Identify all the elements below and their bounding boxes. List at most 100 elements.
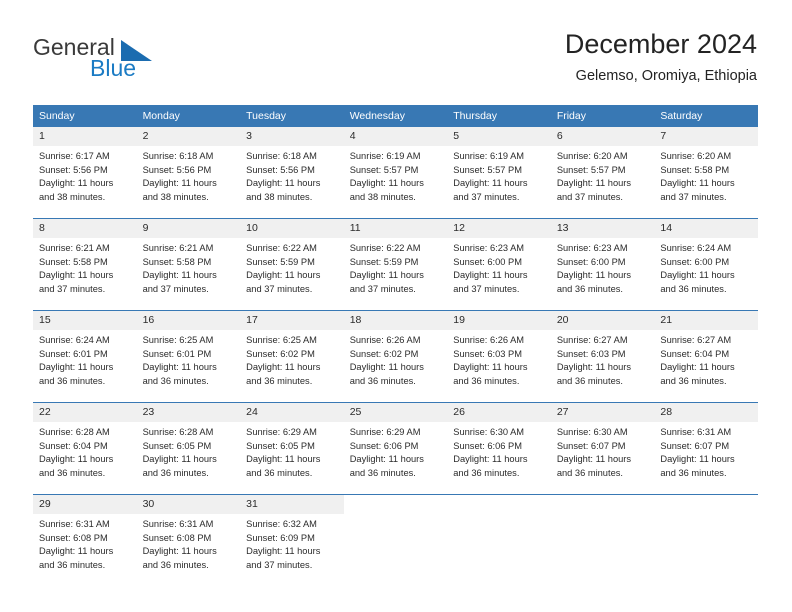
sunset-text: Sunset: 5:58 PM bbox=[39, 256, 108, 267]
daylight-text-line1: Daylight: 11 hours bbox=[246, 454, 321, 464]
calendar-day-cell[interactable]: 18 Sunrise: 6:26 AM Sunset: 6:02 PM Dayligh… bbox=[343, 310, 448, 396]
sunset-text: Sunset: 5:56 PM bbox=[142, 164, 212, 175]
daylight-text-line2: and 38 minutes. bbox=[142, 191, 209, 202]
calendar-day-cell[interactable]: 31 Sunrise: 6:32 AM Sunset: 6:09 PM Dayligh… bbox=[240, 494, 344, 580]
calendar-day-cell[interactable]: 22 Sunrise: 6:28 AM Sunset: 6:04 PM Dayligh… bbox=[33, 402, 137, 488]
calendar-week-row: 15 Sunrise: 6:24 AM Sunset: 6:01 PM Dayligh… bbox=[33, 310, 758, 396]
calendar-day-cell[interactable]: 21 Sunrise: 6:27 AM Sunset: 6:04 PM Dayligh… bbox=[654, 310, 758, 396]
day-details bbox=[344, 514, 448, 526]
location-subtitle: Gelemso, Oromiya, Ethiopia bbox=[575, 68, 757, 84]
sunrise-text: Sunrise: 6:27 AM bbox=[660, 335, 732, 345]
day-details: Sunrise: 6:18 AM Sunset: 5:56 PM Daylight:… bbox=[137, 146, 241, 212]
daylight-text-line1: Daylight: 11 hours bbox=[142, 362, 217, 372]
daylight-text-line2: and 37 minutes. bbox=[453, 283, 520, 294]
daylight-text-line2: and 36 minutes. bbox=[556, 375, 623, 386]
sunset-text: Sunset: 6:08 PM bbox=[142, 532, 212, 543]
day-cell-content: 31 Sunrise: 6:32 AM Sunset: 6:09 PM Dayligh… bbox=[240, 495, 344, 580]
calendar-day-cell[interactable]: 10 Sunrise: 6:22 AM Sunset: 5:59 PM Dayligh… bbox=[240, 218, 344, 304]
daylight-text-line2: and 36 minutes. bbox=[349, 467, 416, 478]
day-cell-content bbox=[550, 495, 655, 577]
weekday-header-monday: Monday bbox=[136, 105, 241, 127]
day-number: 12 bbox=[447, 219, 551, 238]
day-cell-content: 22 Sunrise: 6:28 AM Sunset: 6:04 PM Dayligh… bbox=[33, 403, 137, 488]
calendar-day-cell[interactable]: 13 Sunrise: 6:23 AM Sunset: 6:00 PM Dayligh… bbox=[550, 218, 655, 304]
day-cell-content: 5 Sunrise: 6:19 AM Sunset: 5:57 PM Daylight… bbox=[447, 127, 551, 212]
calendar-week-row: 22 Sunrise: 6:28 AM Sunset: 6:04 PM Dayligh… bbox=[33, 402, 758, 488]
day-details: Sunrise: 6:23 AM Sunset: 6:00 PM Daylight:… bbox=[551, 238, 655, 304]
day-number: 24 bbox=[240, 403, 344, 422]
daylight-text-line1: Daylight: 11 hours bbox=[39, 546, 114, 556]
calendar-day-cell[interactable]: 30 Sunrise: 6:31 AM Sunset: 6:08 PM Dayligh… bbox=[136, 494, 241, 580]
calendar-day-cell[interactable]: 8 Sunrise: 6:21 AM Sunset: 5:58 PM Daylight… bbox=[33, 218, 137, 304]
sunset-text: Sunset: 6:00 PM bbox=[556, 256, 626, 267]
day-cell-content: 10 Sunrise: 6:22 AM Sunset: 5:59 PM Dayligh… bbox=[240, 219, 344, 304]
calendar-day-cell[interactable]: 23 Sunrise: 6:28 AM Sunset: 6:05 PM Dayligh… bbox=[136, 402, 241, 488]
calendar-day-cell[interactable]: 25 Sunrise: 6:29 AM Sunset: 6:06 PM Dayligh… bbox=[343, 402, 448, 488]
calendar-day-cell[interactable]: 2 Sunrise: 6:18 AM Sunset: 5:56 PM Daylight… bbox=[136, 127, 241, 212]
day-details: Sunrise: 6:20 AM Sunset: 5:57 PM Daylight:… bbox=[551, 146, 655, 212]
day-cell-content: 7 Sunrise: 6:20 AM Sunset: 5:58 PM Daylight… bbox=[654, 127, 758, 212]
day-cell-content: 15 Sunrise: 6:24 AM Sunset: 6:01 PM Dayligh… bbox=[33, 311, 137, 396]
calendar-day-cell[interactable]: 7 Sunrise: 6:20 AM Sunset: 5:58 PM Daylight… bbox=[654, 127, 758, 212]
day-number: 1 bbox=[33, 127, 137, 146]
sunset-text: Sunset: 5:56 PM bbox=[39, 164, 108, 175]
calendar-day-cell[interactable]: 3 Sunrise: 6:18 AM Sunset: 5:56 PM Daylight… bbox=[240, 127, 344, 212]
calendar-day-cell bbox=[343, 494, 448, 580]
sunset-text: Sunset: 6:04 PM bbox=[660, 348, 730, 359]
sunrise-text: Sunrise: 6:31 AM bbox=[142, 519, 214, 529]
day-details: Sunrise: 6:19 AM Sunset: 5:57 PM Daylight:… bbox=[447, 146, 551, 212]
day-details: Sunrise: 6:22 AM Sunset: 5:59 PM Daylight:… bbox=[240, 238, 344, 304]
daylight-text-line2: and 37 minutes. bbox=[660, 191, 727, 202]
calendar-day-cell[interactable]: 9 Sunrise: 6:21 AM Sunset: 5:58 PM Daylight… bbox=[136, 218, 241, 304]
generalblue-logo[interactable]: General Blue bbox=[33, 34, 253, 86]
weekday-header-tuesday: Tuesday bbox=[240, 105, 344, 127]
day-number: 11 bbox=[343, 219, 448, 238]
sunrise-text: Sunrise: 6:18 AM bbox=[246, 151, 317, 161]
sunrise-text: Sunrise: 6:22 AM bbox=[349, 243, 421, 253]
calendar-day-cell[interactable]: 27 Sunrise: 6:30 AM Sunset: 6:07 PM Dayligh… bbox=[550, 402, 655, 488]
day-number: 17 bbox=[240, 311, 344, 330]
day-details: Sunrise: 6:28 AM Sunset: 6:05 PM Daylight:… bbox=[137, 422, 241, 488]
calendar-day-cell[interactable]: 24 Sunrise: 6:29 AM Sunset: 6:05 PM Dayligh… bbox=[240, 402, 344, 488]
daylight-text-line1: Daylight: 11 hours bbox=[556, 454, 632, 464]
calendar-day-cell[interactable]: 20 Sunrise: 6:27 AM Sunset: 6:03 PM Dayligh… bbox=[550, 310, 655, 396]
sunrise-text: Sunrise: 6:29 AM bbox=[246, 427, 317, 437]
day-cell-content: 17 Sunrise: 6:25 AM Sunset: 6:02 PM Dayligh… bbox=[240, 311, 344, 396]
sunset-text: Sunset: 6:08 PM bbox=[39, 532, 108, 543]
day-details: Sunrise: 6:20 AM Sunset: 5:58 PM Daylight:… bbox=[654, 146, 758, 212]
sunset-text: Sunset: 5:59 PM bbox=[349, 256, 419, 267]
calendar-day-cell[interactable]: 19 Sunrise: 6:26 AM Sunset: 6:03 PM Dayligh… bbox=[447, 310, 551, 396]
day-number: 30 bbox=[136, 495, 241, 514]
calendar-day-cell[interactable]: 16 Sunrise: 6:25 AM Sunset: 6:01 PM Dayligh… bbox=[136, 310, 241, 396]
calendar-day-cell[interactable]: 15 Sunrise: 6:24 AM Sunset: 6:01 PM Dayligh… bbox=[33, 310, 137, 396]
day-number: 21 bbox=[654, 311, 758, 330]
calendar-day-cell[interactable]: 11 Sunrise: 6:22 AM Sunset: 5:59 PM Dayligh… bbox=[343, 218, 448, 304]
calendar-day-cell[interactable]: 17 Sunrise: 6:25 AM Sunset: 6:02 PM Dayligh… bbox=[240, 310, 344, 396]
day-cell-content: 18 Sunrise: 6:26 AM Sunset: 6:02 PM Dayligh… bbox=[343, 311, 448, 396]
day-details: Sunrise: 6:29 AM Sunset: 6:05 PM Daylight:… bbox=[240, 422, 344, 488]
calendar-day-cell[interactable]: 4 Sunrise: 6:19 AM Sunset: 5:57 PM Daylight… bbox=[343, 127, 448, 212]
sunrise-text: Sunrise: 6:20 AM bbox=[660, 151, 732, 161]
sunrise-text: Sunrise: 6:19 AM bbox=[453, 151, 525, 161]
calendar-day-cell[interactable]: 5 Sunrise: 6:19 AM Sunset: 5:57 PM Daylight… bbox=[447, 127, 551, 212]
daylight-text-line2: and 38 minutes. bbox=[349, 191, 416, 202]
day-number: 3 bbox=[240, 127, 344, 146]
calendar-day-cell[interactable]: 28 Sunrise: 6:31 AM Sunset: 6:07 PM Dayligh… bbox=[654, 402, 758, 488]
calendar-day-cell[interactable]: 26 Sunrise: 6:30 AM Sunset: 6:06 PM Dayligh… bbox=[447, 402, 551, 488]
sunrise-text: Sunrise: 6:28 AM bbox=[142, 427, 214, 437]
sunrise-text: Sunrise: 6:25 AM bbox=[246, 335, 317, 345]
day-details: Sunrise: 6:26 AM Sunset: 6:02 PM Daylight:… bbox=[344, 330, 448, 396]
calendar-day-cell[interactable]: 12 Sunrise: 6:23 AM Sunset: 6:00 PM Dayligh… bbox=[447, 218, 551, 304]
sunrise-text: Sunrise: 6:30 AM bbox=[556, 427, 628, 437]
calendar-day-cell[interactable]: 6 Sunrise: 6:20 AM Sunset: 5:57 PM Daylight… bbox=[550, 127, 655, 212]
sunset-text: Sunset: 6:06 PM bbox=[349, 440, 419, 451]
daylight-text-line1: Daylight: 11 hours bbox=[453, 454, 528, 464]
day-cell-content: 30 Sunrise: 6:31 AM Sunset: 6:08 PM Dayligh… bbox=[136, 495, 241, 580]
calendar-day-cell[interactable]: 1 Sunrise: 6:17 AM Sunset: 5:56 PM Daylight… bbox=[33, 127, 137, 212]
daylight-text-line2: and 37 minutes. bbox=[39, 283, 106, 294]
day-details: Sunrise: 6:31 AM Sunset: 6:08 PM Daylight:… bbox=[33, 514, 137, 580]
calendar-week-row: 1 Sunrise: 6:17 AM Sunset: 5:56 PM Daylight… bbox=[33, 127, 758, 212]
calendar-day-cell[interactable]: 14 Sunrise: 6:24 AM Sunset: 6:00 PM Dayligh… bbox=[654, 218, 758, 304]
calendar-day-cell[interactable]: 29 Sunrise: 6:31 AM Sunset: 6:08 PM Dayligh… bbox=[33, 494, 137, 580]
day-number: 22 bbox=[33, 403, 137, 422]
